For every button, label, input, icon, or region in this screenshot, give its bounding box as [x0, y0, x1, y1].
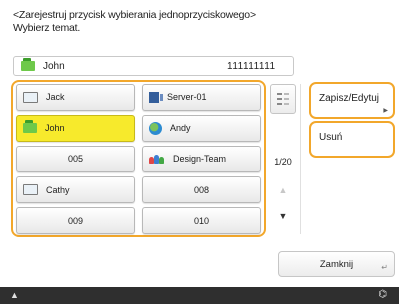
selected-entry-name: John — [43, 60, 65, 72]
entry-label: 008 — [193, 184, 210, 195]
selected-entry-number: 111111111 — [227, 60, 276, 72]
entry-button-john[interactable]: John — [16, 114, 135, 142]
entry-button-design-team[interactable]: Design-Team — [142, 145, 261, 173]
entry-grid: Jack Server-01 John Andy 005 Design-Team… — [16, 84, 261, 234]
entry-button-jack[interactable]: Jack — [16, 84, 135, 111]
page-counter: 1/20 — [274, 157, 292, 167]
arrow-up-icon: ▲ — [278, 185, 288, 195]
entry-label: 010 — [193, 215, 210, 226]
entry-label: Andy — [170, 123, 191, 134]
status-alert-icon[interactable]: ▲ — [10, 290, 19, 300]
submenu-arrow-icon: ▶ — [383, 108, 388, 114]
entry-button-cathy[interactable]: Cathy — [16, 176, 135, 204]
entry-label: Server-01 — [167, 92, 207, 103]
sort-icon — [277, 93, 289, 105]
address-card-icon — [23, 184, 38, 196]
entry-label: 005 — [67, 153, 84, 164]
globe-icon — [149, 121, 162, 135]
entry-button-009[interactable]: 009 — [16, 207, 135, 234]
save-edit-button[interactable]: Zapisz/Edytuj ▶ — [309, 82, 395, 119]
scroll-up-button[interactable]: ▲ — [270, 180, 296, 200]
entry-label: 009 — [67, 215, 84, 226]
delete-label: Usuń — [319, 132, 343, 143]
return-icon: ↵ — [381, 263, 388, 272]
arrow-down-icon: ▼ — [278, 211, 288, 221]
entry-label: John — [45, 123, 65, 134]
address-book-icon — [23, 120, 37, 134]
entry-label: Design-Team — [173, 153, 227, 164]
entry-button-server-01[interactable]: Server-01 — [142, 84, 261, 111]
entry-button-005[interactable]: 005 — [16, 145, 135, 173]
sort-button[interactable] — [270, 84, 296, 114]
pager-column: 1/20 ▲ ▼ — [270, 84, 296, 234]
status-monitor-icon[interactable]: ⌬ — [378, 289, 387, 300]
server-icon — [149, 91, 163, 103]
delete-button[interactable]: Usuń — [309, 121, 395, 158]
page-instruction: Wybierz temat. — [13, 22, 81, 34]
address-card-icon — [23, 91, 38, 103]
address-book-icon — [21, 58, 35, 71]
entry-label: Cathy — [46, 184, 70, 195]
save-edit-label: Zapisz/Edytuj — [319, 93, 380, 104]
close-button[interactable]: Zamknij ↵ — [278, 251, 395, 277]
selected-entry-display: John 111111111 — [13, 56, 294, 76]
page-title: <Zarejestruj przycisk wybierania jednopr… — [13, 9, 256, 21]
column-divider — [300, 84, 301, 234]
status-bar: ▲ ⌬ — [0, 287, 399, 304]
entry-button-010[interactable]: 010 — [142, 207, 261, 234]
group-icon — [149, 154, 165, 164]
scroll-down-button[interactable]: ▼ — [270, 206, 296, 226]
page-header: <Zarejestruj przycisk wybierania jednopr… — [13, 9, 256, 35]
close-label: Zamknij — [319, 258, 354, 270]
entry-label: Jack — [46, 92, 65, 103]
entry-button-andy[interactable]: Andy — [142, 114, 261, 142]
entry-button-008[interactable]: 008 — [142, 176, 261, 204]
